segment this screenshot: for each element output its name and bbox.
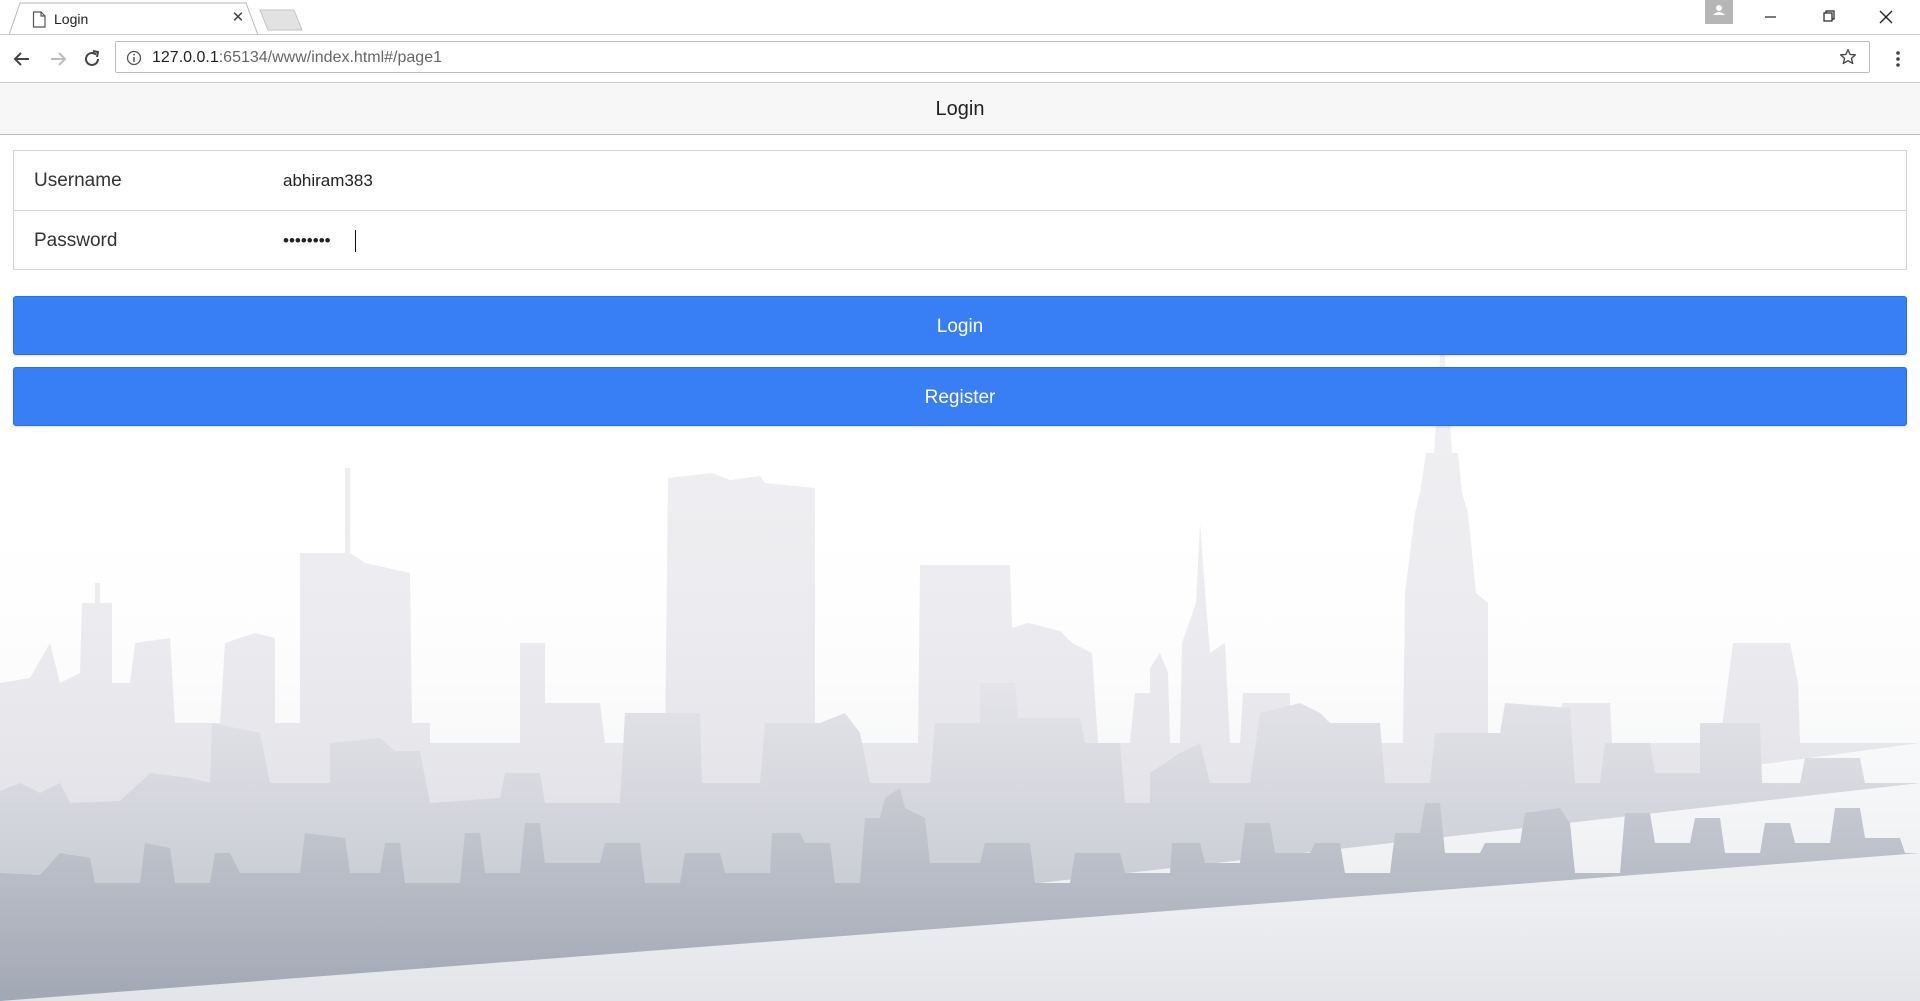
page-title: Login	[935, 98, 985, 120]
reload-icon[interactable]	[80, 47, 104, 71]
forward-icon[interactable]	[46, 47, 70, 71]
close-icon[interactable]: ✕	[230, 10, 246, 26]
browser-tabbar: Login ✕	[0, 0, 1920, 36]
browser-toolbar: 127.0.0.1:65134/www/index.html#/page1	[0, 35, 1920, 83]
window-close-icon[interactable]	[1858, 0, 1914, 34]
url-host: 127.0.0.1	[152, 49, 219, 66]
profile-icon[interactable]	[1705, 0, 1733, 24]
password-input[interactable]	[283, 224, 1883, 258]
new-tab-button[interactable]	[258, 8, 304, 32]
restore-icon[interactable]	[1800, 0, 1856, 34]
star-icon[interactable]	[1839, 48, 1857, 66]
login-form: Username Password	[13, 150, 1907, 270]
username-row: Username	[14, 151, 1906, 210]
menu-icon[interactable]	[1890, 47, 1906, 71]
tab-title: Login	[54, 11, 89, 27]
address-bar[interactable]: 127.0.0.1:65134/www/index.html#/page1	[115, 41, 1870, 73]
username-label: Username	[34, 170, 122, 191]
back-icon[interactable]	[10, 47, 34, 71]
password-label: Password	[34, 230, 118, 251]
app-page: Login Username Password Login Register	[0, 83, 1920, 1001]
page-icon	[32, 11, 46, 28]
password-row: Password	[14, 210, 1906, 269]
register-button[interactable]: Register	[13, 367, 1907, 426]
browser-tab[interactable]: Login ✕	[8, 2, 259, 36]
minimize-icon[interactable]	[1742, 0, 1798, 34]
url-text[interactable]: 127.0.0.1:65134/www/index.html#/page1	[152, 49, 442, 67]
info-icon[interactable]	[126, 50, 142, 66]
login-button[interactable]: Login	[13, 296, 1907, 355]
url-path: :65134/www/index.html#/page1	[218, 49, 442, 66]
text-caret	[355, 230, 356, 252]
app-header: Login	[0, 83, 1920, 135]
username-input[interactable]	[283, 164, 1883, 198]
